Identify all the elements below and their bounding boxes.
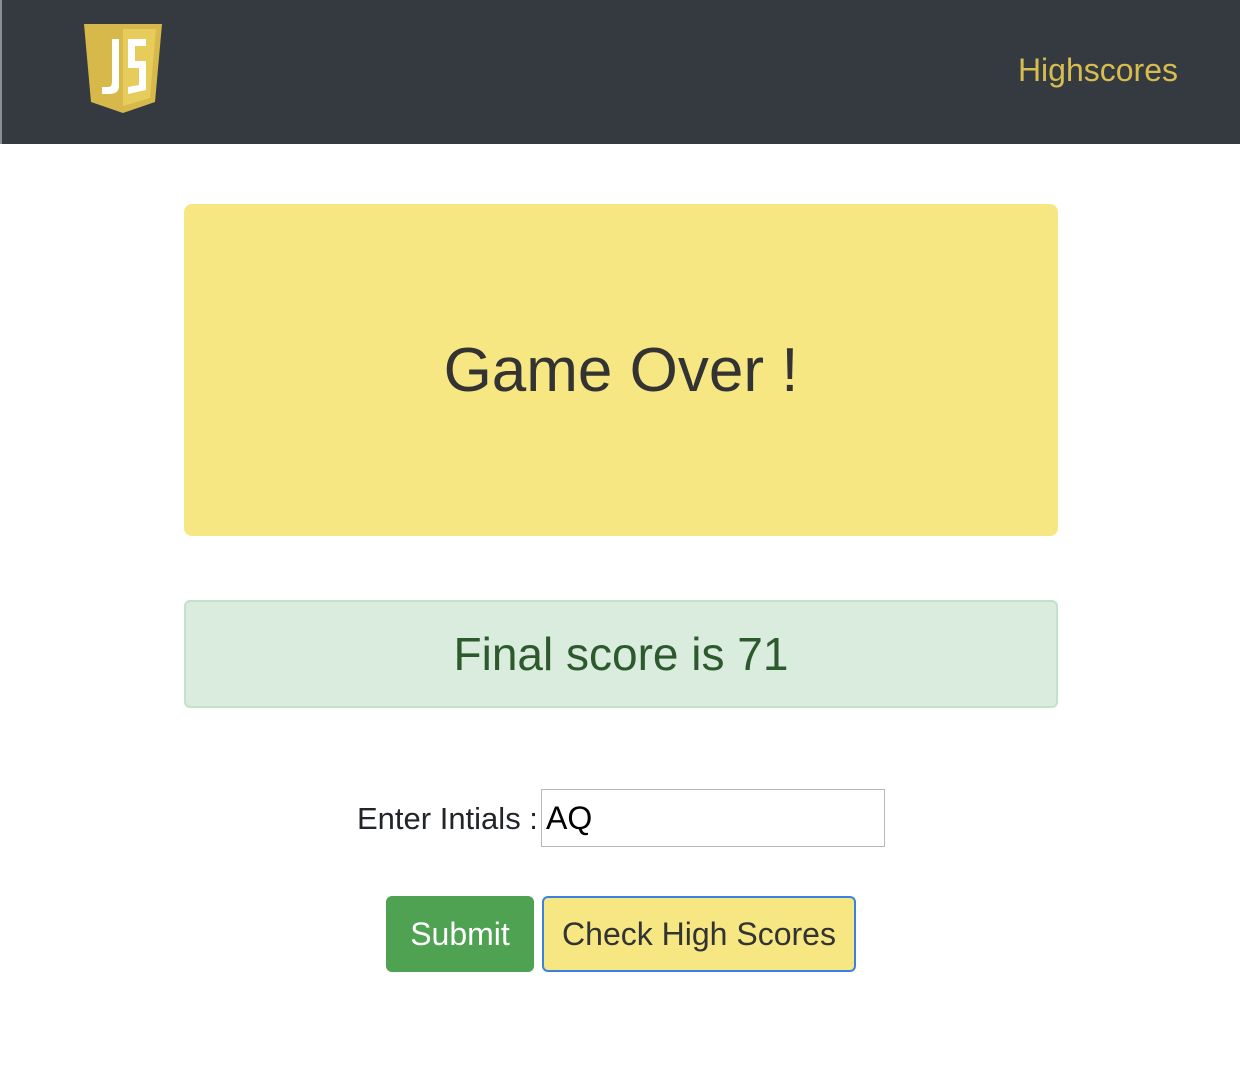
submit-button[interactable]: Submit [386, 896, 534, 972]
check-high-scores-button[interactable]: Check High Scores [542, 896, 856, 972]
navbar: Highscores [0, 0, 1240, 144]
javascript-shield-logo-icon [84, 24, 162, 113]
initials-input[interactable] [541, 789, 885, 847]
final-score-text: Final score is 71 [453, 628, 789, 680]
highscores-link[interactable]: Highscores [1018, 50, 1178, 90]
game-over-card: Game Over ! [184, 204, 1058, 536]
initials-label: Enter Intials : [357, 801, 538, 836]
game-over-title: Game Over ! [443, 335, 799, 405]
final-score-alert: Final score is 71 [184, 600, 1058, 708]
initials-form-row: Enter Intials : [0, 789, 1240, 847]
